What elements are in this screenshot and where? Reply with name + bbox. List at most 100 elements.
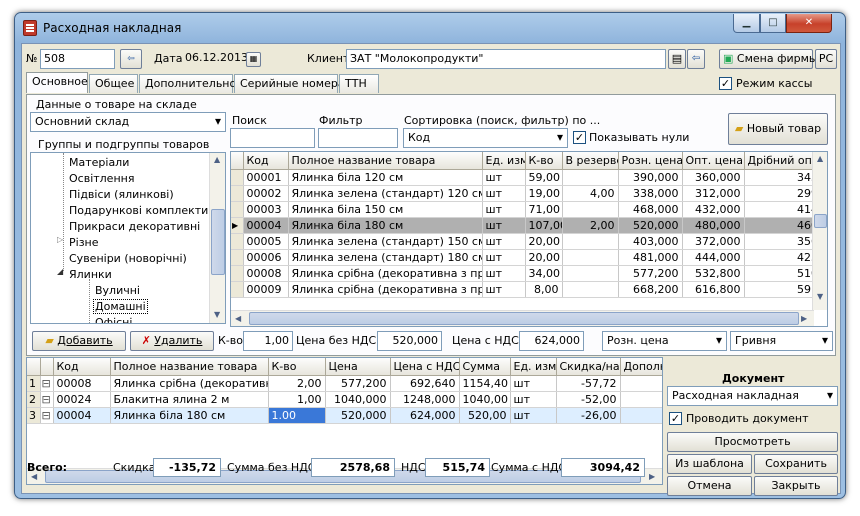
search-input[interactable] [230, 128, 315, 148]
column-header-unit[interactable]: Ед. изм. [482, 152, 526, 170]
sort-select[interactable]: Код [403, 128, 568, 148]
qty-input[interactable]: 1,00 [243, 331, 293, 351]
goods-grid[interactable]: КодПолное название товараЕд. изм.К-воВ р… [230, 151, 828, 327]
table-row[interactable]: 1⊟00008Ялинка срібна (декоративна з2,005… [27, 375, 662, 392]
tree-item[interactable]: Подарункові комплекти [69, 204, 208, 217]
tree-item[interactable]: Ялинки [69, 268, 112, 281]
column-header-code[interactable]: Код [243, 152, 289, 170]
column-header-qty[interactable]: К-во [525, 152, 563, 170]
client-card-button[interactable]: ▤ [668, 49, 686, 69]
table-row[interactable]: 2 ⊟ 00024 Блакитна ялина 2 м 1,00 1040,000 124… [27, 391, 662, 408]
tree-item[interactable]: Офісні [95, 316, 132, 323]
show-zero-checkbox[interactable]: ✓ [573, 131, 586, 144]
cash-mode-checkbox[interactable]: ✓ [719, 77, 732, 90]
tree-item[interactable]: Прикраси декоративні [69, 220, 200, 233]
filter-input[interactable] [318, 128, 398, 148]
column-header-code[interactable]: Код [53, 358, 111, 376]
column-header-discount[interactable]: Скидка/над [556, 358, 621, 376]
scroll-up-icon[interactable]: ▲ [817, 154, 823, 163]
table-row[interactable]: 3 ⊟ 00004 Ялинка біла 180 см 1.00 520,000 624,… [27, 407, 662, 424]
column-header-retail-price[interactable]: Розн. цена [618, 152, 683, 170]
calendar-button[interactable]: ▦ [246, 52, 261, 67]
maximize-button[interactable]: □ [760, 14, 786, 33]
change-firm-button[interactable]: ▣ Смена фирмы [719, 49, 818, 69]
close-button[interactable]: ✕ [786, 14, 832, 33]
new-item-button[interactable]: ▰ Новый товар [728, 113, 828, 145]
cell-retail-price: 520,000 [618, 217, 683, 234]
column-header-sum[interactable]: Сумма [459, 358, 511, 376]
expand-row-icon[interactable]: ⊟ [40, 407, 54, 424]
scroll-thumb[interactable] [249, 312, 799, 325]
tab-serial-numbers[interactable]: Серийные номера [234, 74, 345, 93]
document-type-select[interactable]: Расходная накладная [667, 386, 838, 406]
preview-button[interactable]: Просмотреть [667, 432, 838, 452]
expand-icon[interactable]: ▷ [57, 235, 63, 244]
column-header-price[interactable]: Цена [325, 358, 391, 376]
groups-tree[interactable]: Матеріали Освітлення Підвіси (ялинкові) … [30, 152, 226, 324]
price-no-vat-input[interactable]: 520,000 [377, 331, 442, 351]
add-button[interactable]: ▰ Добавить [32, 331, 126, 351]
cell-price-vat: 1248,000 [390, 391, 460, 408]
collapse-icon[interactable]: ◢ [57, 267, 63, 276]
minimize-button[interactable]: ▁ [733, 14, 760, 33]
tree-scrollbar[interactable]: ▲ ▼ [209, 153, 225, 323]
scroll-down-icon[interactable]: ▼ [214, 310, 220, 319]
scroll-right-icon[interactable]: ▶ [649, 472, 655, 481]
tree-item[interactable]: Підвіси (ялинкові) [69, 188, 174, 201]
table-row[interactable]: 00009Ялинка срібна (декоративна з прикра… [231, 281, 827, 298]
tab-additional[interactable]: Дополнительно [139, 74, 236, 93]
column-header-reserve[interactable]: В резерве [562, 152, 619, 170]
table-row[interactable]: 00003 Ялинка біла 150 см шт 71,00 468,000 432… [231, 201, 827, 218]
close-document-button[interactable]: Закрыть [754, 476, 838, 496]
post-document-checkbox[interactable]: ✓ [669, 412, 682, 425]
tab-main[interactable]: Основное [26, 72, 88, 93]
table-row[interactable]: 00001 Ялинка біла 120 см шт 59,00 390,000 360… [231, 169, 827, 186]
expand-row-icon[interactable]: ⊟ [40, 375, 54, 392]
price-vat-input[interactable]: 624,000 [519, 331, 584, 351]
client-picker-button[interactable]: ⇦ [687, 49, 705, 69]
tree-item[interactable]: Вуличні [95, 284, 140, 297]
title-bar[interactable]: Расходная накладная ▁ □ ✕ [15, 13, 845, 43]
expand-row-icon[interactable]: ⊟ [40, 391, 54, 408]
cell-name: Ялинка срібна (декоративна з прикра [288, 281, 483, 298]
scroll-thumb[interactable] [814, 214, 827, 228]
tree-item[interactable]: Освітлення [69, 172, 134, 185]
scroll-thumb[interactable] [211, 209, 225, 275]
pc-button[interactable]: РС [815, 49, 837, 69]
from-template-button[interactable]: Из шаблона [667, 454, 752, 474]
cancel-button[interactable]: Отмена [667, 476, 752, 496]
number-picker-button[interactable]: ⇦ [120, 49, 142, 69]
delete-button[interactable]: ✗ Удалить [130, 331, 214, 351]
column-header-qty[interactable]: К-во [268, 358, 326, 376]
goods-vscroll[interactable]: ▲ ▼ [812, 152, 827, 310]
client-field[interactable]: ЗАТ "Молокопродукти" [346, 49, 666, 69]
tree-item-selected[interactable]: Домашні [93, 299, 148, 314]
column-header-unit[interactable]: Ед. изм. [510, 358, 557, 376]
save-button[interactable]: Сохранить [754, 454, 838, 474]
column-header-name[interactable]: Полное название товара [110, 358, 269, 376]
scroll-left-icon[interactable]: ◀ [235, 314, 241, 323]
table-row[interactable]: ▶00004Ялинка біла 180 смшт107,002,00520,… [231, 217, 827, 234]
column-header-price-vat[interactable]: Цена с НДС [390, 358, 460, 376]
tree-item[interactable]: Матеріали [69, 156, 129, 169]
tree-item[interactable]: Сувеніри (новорічні) [69, 252, 187, 265]
column-header-wholesale-price[interactable]: Опт. цена [682, 152, 745, 170]
table-row[interactable]: 00002 Ялинка зелена (стандарт) 120 см шт 19… [231, 185, 827, 202]
column-header-extra[interactable]: Дополн [620, 358, 662, 376]
table-row[interactable]: 00006 Ялинка зелена (стандарт) 180 см шт 20… [231, 249, 827, 266]
tree-item[interactable]: Різне [69, 236, 99, 249]
tab-general[interactable]: Общее [89, 74, 138, 93]
goods-hscroll[interactable]: ◀ ▶ [231, 310, 814, 326]
table-row[interactable]: 00005 Ялинка зелена (стандарт) 150 см шт 20… [231, 233, 827, 250]
scroll-down-icon[interactable]: ▼ [817, 292, 823, 301]
scroll-up-icon[interactable]: ▲ [214, 155, 220, 164]
cell-qty[interactable]: 1.00 [268, 407, 326, 424]
tab-ttn[interactable]: ТТН [339, 74, 379, 93]
currency-select[interactable]: Гривня [730, 331, 833, 351]
warehouse-select[interactable]: Основний склад [30, 112, 226, 132]
column-header-name[interactable]: Полное название товара [288, 152, 483, 170]
table-row[interactable]: 00008Ялинка срібна (декоративна з прикра… [231, 265, 827, 282]
number-field[interactable]: 508 [40, 49, 115, 69]
price-type-select[interactable]: Розн. цена [602, 331, 727, 351]
scroll-right-icon[interactable]: ▶ [801, 314, 807, 323]
